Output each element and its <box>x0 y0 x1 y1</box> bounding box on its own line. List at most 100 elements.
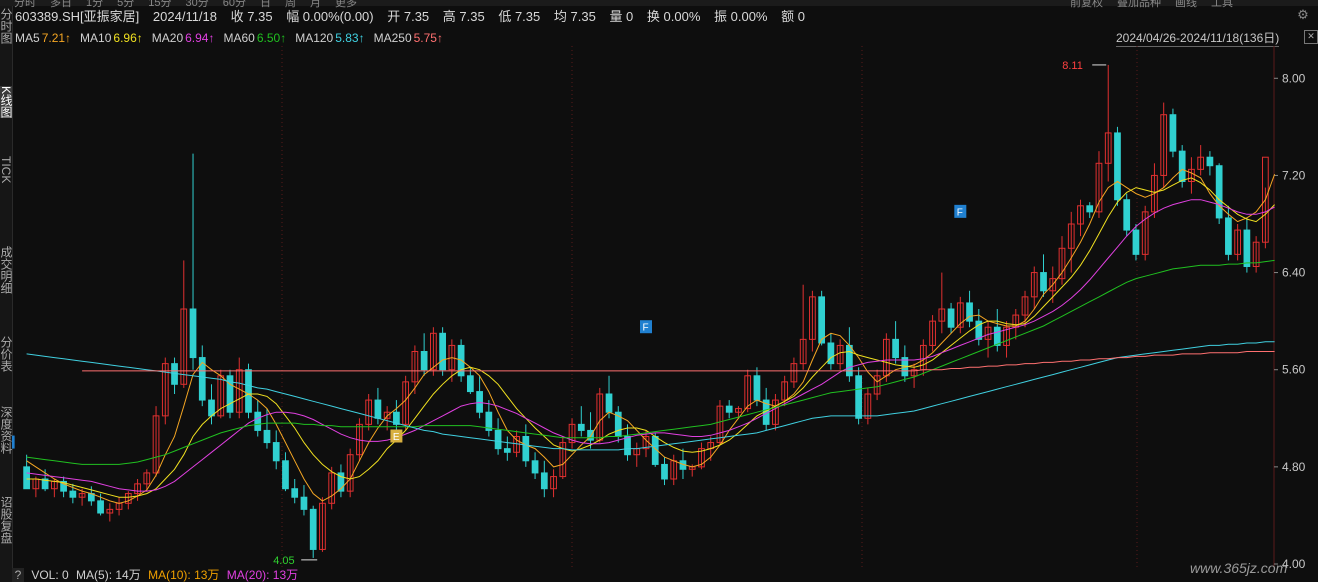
kline-chart[interactable]: 8.007.206.405.604.804.008.114.05FEFF <box>12 46 1318 568</box>
candle-body-51 <box>494 429 502 450</box>
candle-body-94 <box>892 338 899 359</box>
quote-avg: 均 7.35 <box>553 9 596 24</box>
high-label: 8.11 <box>1062 60 1083 72</box>
ma-legend-value-1: 6.96↑ <box>113 31 143 45</box>
y-tick-label-2: 6.40 <box>1282 266 1306 280</box>
candle-body-90 <box>855 375 862 419</box>
candle-body-56 <box>540 472 548 490</box>
candle-body-128 <box>1206 156 1214 167</box>
candle-body-100 <box>947 308 955 328</box>
ma-line-ma5 <box>26 168 1276 504</box>
candle-body-8 <box>97 500 104 514</box>
y-tick-label-4: 4.80 <box>1282 460 1306 474</box>
ma-legend-value-2: 6.94↑ <box>185 31 215 45</box>
candle-body-45 <box>439 332 446 371</box>
ma-legend-name-0: MA5 <box>15 31 40 45</box>
sidebar-item-3[interactable]: 成交明细 <box>0 246 13 294</box>
candle-body-29 <box>291 488 299 498</box>
candle-body-63 <box>605 393 613 413</box>
close-icon[interactable]: ✕ <box>1304 30 1318 44</box>
help-icon[interactable]: ? <box>12 568 24 582</box>
candle-body-119 <box>1123 199 1131 231</box>
y-tick-label-3: 5.60 <box>1282 363 1306 377</box>
sidebar-item-1[interactable]: K线图 <box>0 86 13 119</box>
candle-body-60 <box>577 423 585 431</box>
candle-body-55 <box>531 460 539 474</box>
candle-body-49 <box>476 391 483 413</box>
ma-line-ma10 <box>26 177 1275 498</box>
toolbar-right: 前复权 叠加品种 画线 工具 <box>1070 0 1247 10</box>
candle-body-105 <box>993 326 1001 346</box>
ma-legend-name-2: MA20 <box>151 31 184 45</box>
candle-body-52 <box>503 448 511 453</box>
vol-ma5: MA(5): 14万 <box>76 568 141 582</box>
quote-volume: 量 0 <box>609 9 634 24</box>
settings-gear-icon[interactable]: ⚙ <box>1296 8 1310 22</box>
sidebar-item-0[interactable]: 分时图 <box>0 8 13 44</box>
candle-body-5 <box>69 490 77 498</box>
site-watermark: www.365jz.com <box>1190 560 1288 576</box>
ma-line-ma20 <box>26 199 1275 492</box>
candle-body-30 <box>300 496 308 510</box>
vol-ma20: MA(20): 13万 <box>226 568 299 582</box>
candle-body-76 <box>725 405 733 413</box>
ma-legend: MA5 7.21↑ MA10 6.96↑ MA20 6.94↑ MA60 6.50↑ MA120… <box>15 30 452 46</box>
candle-body-110 <box>1040 272 1047 292</box>
ma-legend-name-5: MA250 <box>373 31 412 45</box>
quote-low: 低 7.35 <box>498 9 541 24</box>
candle-body-38 <box>374 399 382 419</box>
candle-body-54 <box>522 436 530 462</box>
stock-code-name[interactable]: 603389.SH[亚振家居] <box>15 9 139 24</box>
candle-body-48 <box>466 375 474 393</box>
sidebar-item-5[interactable]: 深度资料 <box>0 406 13 454</box>
candle-body-20 <box>208 399 215 417</box>
candle-body-18 <box>189 308 197 359</box>
ma-legend-value-5: 5.75↑ <box>413 31 443 45</box>
sidebar-item-4[interactable]: 分价表 <box>0 336 13 372</box>
low-label: 4.05 <box>273 555 294 567</box>
marker-label-1: E <box>393 432 400 443</box>
candle-body-86 <box>818 296 826 344</box>
marker-badge-0 <box>12 435 15 449</box>
toolbar-item-2[interactable]: 画线 <box>1175 0 1197 9</box>
period-tab-strip: 分时 多日 1分 5分 15分 30分 60分日周月更多 前复权 叠加品种 画线 工具 <box>0 0 1318 9</box>
quote-change: 幅 0.00%(0.00) <box>286 9 374 24</box>
ma-legend-value-3: 6.50↑ <box>256 31 287 45</box>
candle-body-115 <box>1086 205 1094 213</box>
candle-body-27 <box>272 442 280 462</box>
candle-body-69 <box>661 463 668 480</box>
ma-legend-name-4: MA120 <box>295 31 334 45</box>
ma-line-ma250 <box>82 351 1275 372</box>
candle-body-125 <box>1178 150 1186 183</box>
toolbar-item-1[interactable]: 叠加品种 <box>1117 0 1161 9</box>
marker-label-3: F <box>957 207 963 218</box>
y-tick-label-0: 8.00 <box>1282 71 1306 85</box>
toolbar-item-3[interactable]: 工具 <box>1211 0 1233 9</box>
date-range-selector[interactable]: 2024/04/26-2024/11/18(136日) <box>1116 30 1280 47</box>
sidebar-item-2[interactable]: TICK <box>0 156 13 183</box>
quote-close: 收 7.35 <box>230 9 273 24</box>
quote-amplitude: 振 0.00% <box>714 9 768 24</box>
candle-body-43 <box>420 351 428 371</box>
sidebar-item-6[interactable]: 诏股复盘 <box>0 496 13 544</box>
candle-body-24 <box>245 369 252 413</box>
ma-legend-name-3: MA60 <box>223 31 255 45</box>
quote-open: 开 7.35 <box>387 9 430 24</box>
candle-body-132 <box>1243 229 1251 267</box>
vol-ma10: MA(10): 13万 <box>148 568 220 582</box>
candle-body-28 <box>282 460 289 490</box>
quote-date: 2024/11/18 <box>152 9 218 24</box>
quote-header: 603389.SH[亚振家居] 2024/11/18 收 7.35 幅 0.00… <box>15 8 815 26</box>
ma-legend-value-4: 5.83↑ <box>335 31 365 45</box>
y-tick-label-1: 7.20 <box>1282 168 1306 182</box>
quote-high: 高 7.35 <box>442 9 485 24</box>
toolbar-item-0[interactable]: 前复权 <box>1070 0 1103 9</box>
ma-legend-value-0: 7.21↑ <box>41 31 72 45</box>
ma-legend-name-1: MA10 <box>80 31 112 45</box>
candle-body-79 <box>753 375 761 401</box>
marker-label-2: F <box>643 323 649 334</box>
quote-amount: 额 0 <box>781 9 805 24</box>
candle-body-25 <box>254 411 262 431</box>
candle-body-87 <box>827 342 835 365</box>
candle-body-65 <box>624 436 631 456</box>
